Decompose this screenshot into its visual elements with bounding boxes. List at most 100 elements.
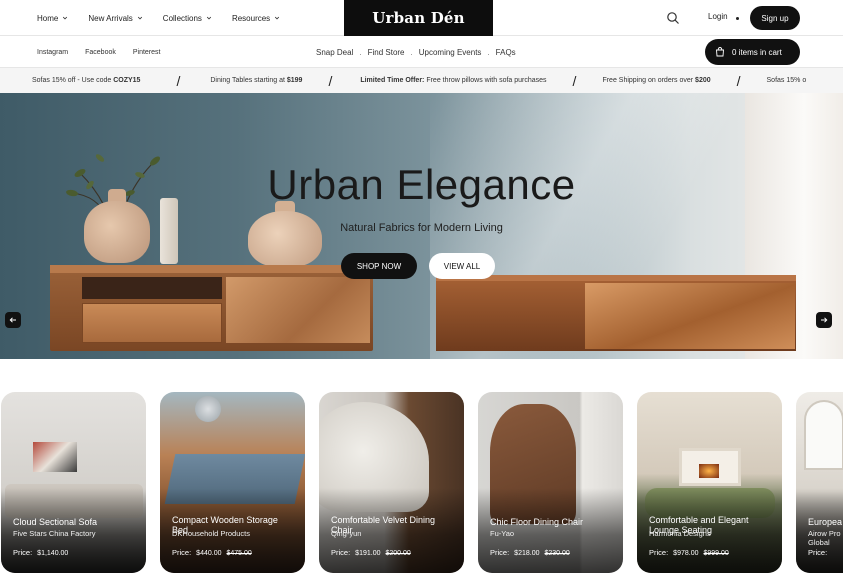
price-label: Price: (649, 548, 669, 557)
link-separator: . (410, 47, 413, 57)
product-brand: Qing-yun (331, 529, 362, 538)
secondary-bar: Instagram Facebook Pinterest Snap Deal .… (0, 36, 843, 68)
price-original: $200.00 (385, 550, 411, 557)
cart-label: 0 items in cart (732, 47, 782, 57)
cart-button[interactable]: 0 items in cart (705, 39, 800, 65)
fire-glow (699, 464, 719, 478)
product-price: Price: $218.00 $230.00 (490, 548, 570, 557)
ticker-divider: / (736, 72, 741, 89)
product-price: Price: $440.00 $475.00 (172, 548, 252, 557)
nav-resources[interactable]: Resources (232, 14, 280, 23)
utility-links: Snap Deal . Find Store . Upcoming Events… (316, 36, 516, 68)
product-price: Price: $191.00 $200.00 (331, 548, 411, 557)
nav-collections-label: Collections (162, 13, 202, 23)
arrow-right-icon (821, 317, 828, 323)
arrow-left-icon (9, 317, 16, 323)
chevron-down-icon (63, 16, 68, 20)
price-original: $230.00 (544, 550, 570, 557)
social-links: Instagram Facebook Pinterest (37, 36, 161, 68)
shop-now-button[interactable]: SHOP NOW (341, 253, 417, 279)
price-original: $475.00 (226, 550, 252, 557)
ceramic-vase (248, 211, 322, 267)
instagram-link[interactable]: Instagram (37, 49, 68, 56)
snap-deal-link[interactable]: Snap Deal (316, 48, 353, 57)
shopping-bag-icon (716, 47, 724, 57)
ticker-divider: / (572, 72, 577, 89)
hero-title: Urban Elegance (267, 161, 576, 208)
price-current: $1,140.00 (37, 550, 69, 557)
pinterest-link[interactable]: Pinterest (133, 49, 161, 56)
side-table-panel (585, 283, 795, 349)
wall-clock (195, 396, 221, 422)
find-store-link[interactable]: Find Store (368, 48, 405, 57)
ticker-track: Sofas 15% off - Use code COZY15 / Dining… (32, 68, 806, 93)
product-brand: Airow Pro Global (808, 529, 841, 547)
signup-button[interactable]: Sign up (750, 6, 800, 30)
product-card[interactable]: Cloud Sectional Sofa Five Stars China Fa… (1, 392, 146, 573)
promo-item: Sofas 15% off - Use code COZY15 (32, 77, 141, 84)
separator-dot (736, 17, 739, 20)
top-navigation: Home New Arrivals Collections Resources … (0, 0, 843, 36)
price-label: Price: (13, 548, 33, 557)
product-price: Price: $1,140.00 (13, 548, 68, 557)
price-label: Price: (331, 548, 351, 557)
product-brand: Five Stars China Factory (13, 529, 96, 538)
ticker-divider: / (328, 72, 333, 89)
upcoming-events-link[interactable]: Upcoming Events (419, 48, 482, 57)
nav-resources-label: Resources (231, 13, 271, 23)
product-card[interactable]: Comfortable and Elegant Lounge Seating H… (637, 392, 782, 573)
product-name: Cloud Sectional Sofa (13, 517, 98, 527)
arched-window (804, 400, 843, 470)
link-separator: . (359, 47, 362, 57)
cabinet-door (226, 277, 370, 343)
product-price: Price: $978.00 $999.00 (649, 548, 729, 557)
product-brand: Fu-Yao (490, 529, 515, 538)
product-card[interactable]: Compact Wooden Storage Bed DKHousehold P… (160, 392, 305, 573)
wall-artwork (33, 442, 77, 472)
nav-new-arrivals[interactable]: New Arrivals (88, 14, 142, 23)
view-all-button[interactable]: VIEW ALL (429, 253, 495, 279)
price-label: Price: (172, 548, 192, 557)
faqs-link[interactable]: FAQs (496, 48, 516, 57)
promo-ticker: Sofas 15% off - Use code COZY15 / Dining… (0, 68, 843, 93)
ticker-divider: / (176, 72, 181, 89)
cabinet-drawer (82, 303, 222, 343)
price-label: Price: (808, 548, 828, 557)
link-separator: . (487, 47, 490, 57)
login-link[interactable]: Login (708, 12, 728, 21)
promo-item: Dining Tables starting at $199 (210, 77, 303, 84)
price-label: Price: (490, 548, 510, 557)
facebook-link[interactable]: Facebook (85, 49, 116, 56)
chevron-down-icon (275, 16, 280, 20)
product-card[interactable]: Comfortable Velvet Dining Chair Qing-yun… (319, 392, 464, 573)
nav-new-arrivals-label: New Arrivals (88, 13, 133, 23)
main-nav: Home New Arrivals Collections Resources (37, 0, 280, 36)
product-brand: DKHousehold Products (172, 529, 250, 538)
price-current: $440.00 (196, 550, 222, 557)
price-current: $978.00 (673, 550, 699, 557)
product-name: Europea (808, 517, 843, 527)
product-carousel: Cloud Sectional Sofa Five Stars China Fa… (1, 392, 843, 574)
promo-item: Limited Time Offer: Free throw pillows w… (360, 77, 547, 84)
chevron-down-icon (137, 16, 142, 20)
promo-item: Free Shipping on orders over $200 (602, 77, 711, 84)
product-card[interactable]: Europea Airow Pro Global Price: (796, 392, 843, 573)
price-current: $218.00 (514, 550, 540, 557)
nav-collections[interactable]: Collections (163, 14, 212, 23)
hero-subtitle: Natural Fabrics for Modern Living (340, 222, 503, 234)
price-current: $191.00 (355, 550, 381, 557)
nav-home[interactable]: Home (37, 14, 68, 23)
chevron-down-icon (206, 16, 212, 20)
price-original: $999.00 (703, 550, 729, 557)
cabinet-top (50, 265, 373, 273)
promo-item: Sofas 15% o (766, 77, 807, 84)
product-name: Chic Floor Dining Chair (490, 517, 584, 527)
search-icon[interactable] (666, 11, 680, 25)
product-card[interactable]: Chic Floor Dining Chair Fu-Yao Price: $2… (478, 392, 623, 573)
brand-logo[interactable]: Urban Dén (344, 0, 493, 36)
carousel-next-button[interactable] (816, 312, 832, 328)
carousel-prev-button[interactable] (5, 312, 21, 328)
product-price: Price: (808, 548, 827, 557)
nav-home-label: Home (37, 13, 59, 23)
cabinet-shelf (82, 277, 222, 299)
